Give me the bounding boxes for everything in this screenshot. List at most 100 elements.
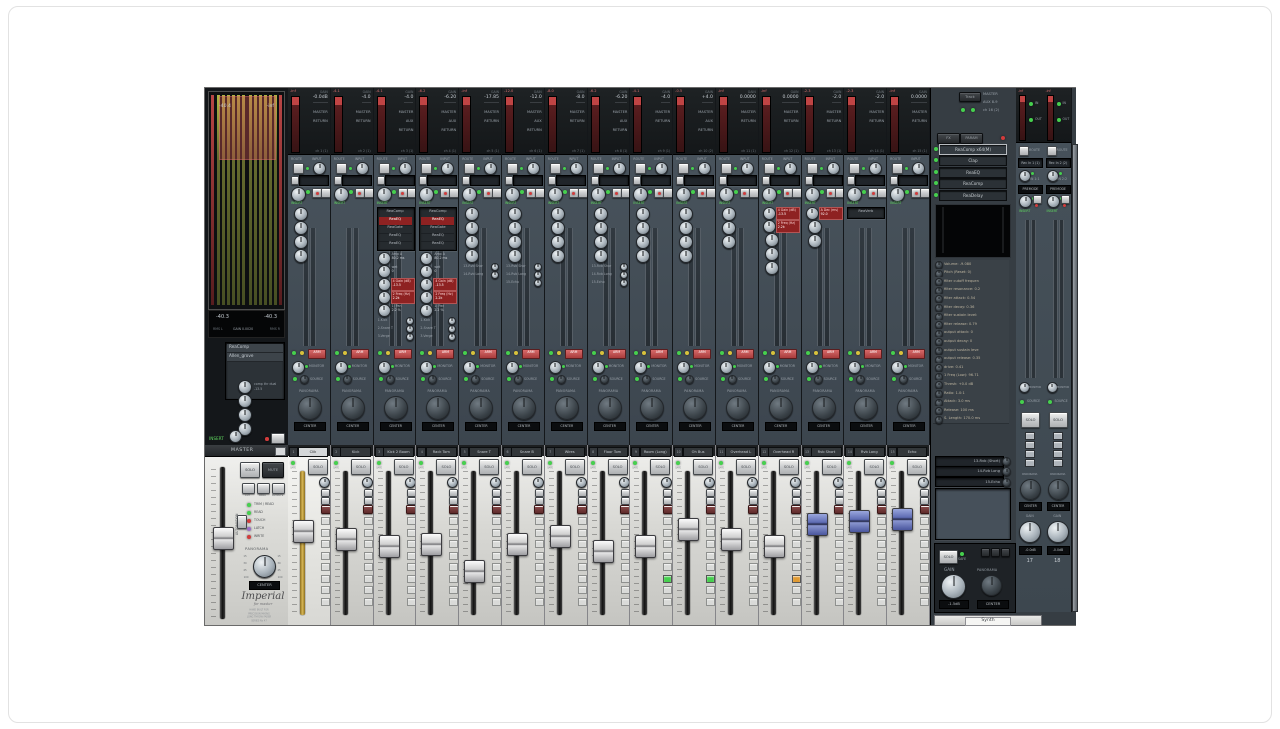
parameter-knob[interactable] <box>935 416 943 424</box>
indicator-square[interactable] <box>706 586 715 594</box>
send-destination[interactable]: RETURN <box>313 119 328 124</box>
channel-knob[interactable] <box>294 221 308 235</box>
indicator-square[interactable] <box>364 586 373 594</box>
solo-button[interactable]: SOLO <box>522 459 542 475</box>
channel-knob[interactable] <box>722 221 736 235</box>
receive-knob[interactable] <box>491 271 499 279</box>
indicator-square[interactable] <box>663 552 672 560</box>
indicator-square[interactable] <box>877 540 886 548</box>
fx-enable-led[interactable] <box>934 181 938 185</box>
mute-button[interactable] <box>577 505 587 514</box>
indicator-square[interactable] <box>835 517 844 525</box>
receive-knob[interactable] <box>620 271 628 279</box>
fader-cap[interactable] <box>550 525 571 548</box>
solo-button[interactable]: SOLO <box>436 459 456 475</box>
mini-button[interactable] <box>535 497 544 505</box>
monitor-knob[interactable] <box>848 361 861 374</box>
name-button[interactable] <box>719 176 727 185</box>
input-knob[interactable] <box>784 162 797 175</box>
indicator-square[interactable] <box>449 563 458 571</box>
indicator-square[interactable] <box>578 517 587 525</box>
mini-button[interactable] <box>449 489 458 497</box>
solo-button[interactable]: SOLO <box>308 459 328 475</box>
fx-open-button[interactable] <box>492 188 502 198</box>
monitor-knob[interactable] <box>634 361 647 374</box>
indicator-square[interactable] <box>407 552 416 560</box>
indicator-square[interactable] <box>407 575 416 583</box>
receive-item[interactable]: 3-Verge <box>420 334 446 338</box>
input-knob[interactable] <box>741 162 754 175</box>
source-knob[interactable] <box>899 375 908 384</box>
route-button[interactable] <box>593 163 604 174</box>
indicator-square[interactable] <box>792 552 801 560</box>
fader-cap[interactable] <box>678 518 699 541</box>
input-knob[interactable] <box>356 162 369 175</box>
receive-item[interactable]: 1-Kick <box>420 318 446 322</box>
send-destination[interactable]: RETURN <box>698 128 713 133</box>
indicator-square[interactable] <box>877 563 886 571</box>
arm-button[interactable]: ARM <box>436 349 454 359</box>
send-destination[interactable]: AUX <box>406 119 414 124</box>
indicator-square[interactable] <box>578 598 587 606</box>
name-button[interactable] <box>377 176 385 185</box>
pan-knob[interactable] <box>384 396 408 420</box>
route-button[interactable] <box>764 163 775 174</box>
track-name[interactable]: Oh Bus <box>683 447 714 457</box>
pan-knob[interactable] <box>661 477 672 488</box>
level-led-square[interactable] <box>706 575 715 583</box>
mute-button[interactable] <box>620 505 630 514</box>
automation-led[interactable] <box>247 527 251 531</box>
send-destination[interactable]: RETURN <box>484 119 499 124</box>
indicator-square[interactable] <box>749 552 758 560</box>
indicator-square[interactable] <box>364 575 373 583</box>
automation-mode-button[interactable] <box>237 515 247 529</box>
source-knob[interactable] <box>300 375 309 384</box>
pan-knob[interactable] <box>298 396 322 420</box>
pan-knob[interactable] <box>812 396 836 420</box>
indicator-square[interactable] <box>621 586 630 594</box>
fader-cap[interactable] <box>507 533 528 556</box>
fx-enable-led[interactable] <box>934 193 938 197</box>
send-destination[interactable]: RETURN <box>741 119 756 124</box>
fx-chain-item[interactable]: ReaComp x64(M) <box>939 144 1007 155</box>
mini-button[interactable] <box>792 497 801 505</box>
indicator-square[interactable] <box>835 575 844 583</box>
send-destination[interactable]: RETURN <box>527 128 542 133</box>
channel-knob[interactable] <box>551 221 565 235</box>
mute-button[interactable] <box>748 505 758 514</box>
track-name[interactable]: Wires <box>554 447 585 457</box>
indicator-square[interactable] <box>321 517 330 525</box>
indicator-square[interactable] <box>535 586 544 594</box>
pan-knob[interactable] <box>640 396 664 420</box>
indicator-square[interactable] <box>792 563 801 571</box>
indicator-square[interactable] <box>835 563 844 571</box>
send-destination[interactable]: RETURN <box>655 119 670 124</box>
send-row[interactable]: 13-Rvb (Short) <box>935 456 1004 467</box>
route-button[interactable] <box>1047 146 1057 156</box>
indicator-square[interactable] <box>407 586 416 594</box>
route-button[interactable] <box>336 163 347 174</box>
indicator-square[interactable] <box>492 540 501 548</box>
monitor-knob[interactable] <box>506 361 519 374</box>
indicator-square[interactable] <box>877 586 886 594</box>
source-knob[interactable] <box>814 375 823 384</box>
param-knob[interactable] <box>763 207 776 220</box>
indicator-square[interactable] <box>749 517 758 525</box>
send-destination[interactable]: MASTER <box>399 110 414 115</box>
indicator-square[interactable] <box>920 552 929 560</box>
indicator-square[interactable] <box>407 529 416 537</box>
channel-knob[interactable] <box>722 235 736 249</box>
source-knob[interactable] <box>728 375 737 384</box>
indicator-square[interactable] <box>321 575 330 583</box>
master-header-chip[interactable] <box>275 447 286 456</box>
pan-knob[interactable] <box>362 477 373 488</box>
name-button[interactable] <box>762 176 770 185</box>
track-name[interactable]: Clik <box>298 447 329 457</box>
name-button[interactable] <box>676 176 684 185</box>
automation-mode-label[interactable]: READ <box>254 510 263 514</box>
pan-knob[interactable] <box>341 396 365 420</box>
fx-open-button[interactable] <box>706 188 716 198</box>
indicator-square[interactable] <box>578 540 587 548</box>
source-knob[interactable] <box>343 375 352 384</box>
insert-knob[interactable] <box>890 187 905 202</box>
